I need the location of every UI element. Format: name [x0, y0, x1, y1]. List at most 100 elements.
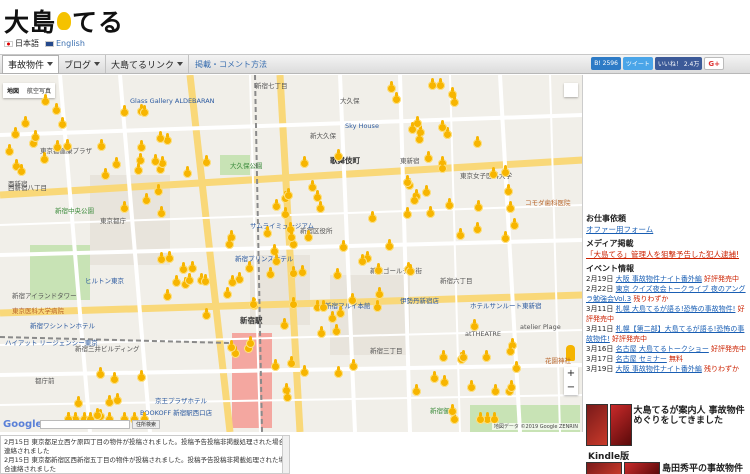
address-search-input[interactable] — [40, 420, 130, 429]
book-cover-1[interactable] — [586, 404, 608, 446]
ghost-marker-icon[interactable] — [120, 201, 129, 213]
ghost-marker-icon[interactable] — [41, 94, 50, 106]
ghost-marker-icon[interactable] — [202, 155, 211, 167]
ghost-marker-icon[interactable] — [392, 92, 401, 104]
ghost-marker-icon[interactable] — [101, 168, 110, 180]
media-link[interactable]: 「大島てる」管理人を狙撃予告した犯人逮捕! — [586, 249, 750, 260]
ghost-marker-icon[interactable] — [459, 350, 468, 362]
ghost-marker-icon[interactable] — [31, 130, 40, 142]
news-scrollbar[interactable] — [282, 436, 289, 473]
ghost-marker-icon[interactable] — [450, 412, 459, 424]
event-link[interactable]: 大阪 事故物件ナイト番外編 — [616, 365, 702, 373]
ghost-marker-icon[interactable] — [507, 380, 516, 392]
ghost-marker-icon[interactable] — [271, 359, 280, 371]
ghost-marker-icon[interactable] — [403, 175, 412, 187]
ghost-marker-icon[interactable] — [137, 370, 146, 382]
ghost-marker-icon[interactable] — [134, 163, 143, 175]
ghost-marker-icon[interactable] — [179, 262, 188, 274]
ghost-marker-icon[interactable] — [426, 206, 435, 218]
ghost-marker-icon[interactable] — [223, 287, 232, 299]
ghost-marker-icon[interactable] — [332, 324, 341, 336]
ghost-marker-icon[interactable] — [408, 122, 417, 134]
ghost-marker-icon[interactable] — [202, 308, 211, 320]
ghost-marker-icon[interactable] — [512, 361, 521, 373]
ghost-marker-icon[interactable] — [317, 326, 326, 338]
ghost-marker-icon[interactable] — [298, 265, 307, 277]
ghost-marker-icon[interactable] — [430, 371, 439, 383]
event-link[interactable]: 名古屋 セミナー — [616, 355, 667, 363]
ghost-marker-icon[interactable] — [375, 287, 384, 299]
ghost-marker-icon[interactable] — [113, 393, 122, 405]
ghost-marker-icon[interactable] — [120, 105, 129, 117]
ghost-marker-icon[interactable] — [52, 103, 61, 115]
ghost-marker-icon[interactable] — [313, 190, 322, 202]
hatena-bookmark-button[interactable]: B! 2596 — [591, 57, 621, 70]
ghost-marker-icon[interactable] — [17, 164, 26, 176]
zoom-in-button[interactable]: + — [564, 367, 578, 381]
map-view[interactable]: 地図 航空写真 + − Glass Gallery ALDEBARAN 西新宿 東京… — [0, 75, 583, 432]
ghost-marker-icon[interactable] — [339, 240, 348, 252]
ghost-marker-icon[interactable] — [163, 289, 172, 301]
facebook-like-button[interactable]: いいね！ 2.4万 — [654, 57, 703, 70]
address-search-button[interactable]: 住所検索 — [132, 420, 161, 429]
ghost-marker-icon[interactable] — [474, 200, 483, 212]
ghost-marker-icon[interactable] — [491, 384, 500, 396]
event-link[interactable]: 札幌 大島てるが語る!恐怖の事故物件! — [616, 305, 736, 313]
ghost-marker-icon[interactable] — [436, 78, 445, 90]
ghost-marker-icon[interactable] — [225, 237, 234, 249]
ghost-marker-icon[interactable] — [456, 228, 465, 240]
zoom-out-button[interactable]: − — [564, 381, 578, 395]
ghost-marker-icon[interactable] — [157, 252, 166, 264]
ghost-marker-icon[interactable] — [96, 367, 105, 379]
ghost-marker-icon[interactable] — [316, 201, 325, 213]
ghost-marker-icon[interactable] — [156, 131, 165, 143]
ghost-marker-icon[interactable] — [249, 297, 258, 309]
ghost-marker-icon[interactable] — [105, 395, 114, 407]
ghost-marker-icon[interactable] — [333, 268, 342, 280]
ghost-marker-icon[interactable] — [228, 275, 237, 287]
ghost-marker-icon[interactable] — [506, 201, 515, 213]
ghost-marker-icon[interactable] — [501, 231, 510, 243]
ghost-marker-icon[interactable] — [445, 198, 454, 210]
ghost-marker-icon[interactable] — [422, 185, 431, 197]
ghost-marker-icon[interactable] — [412, 384, 421, 396]
ghost-marker-icon[interactable] — [506, 344, 515, 356]
ghost-marker-icon[interactable] — [304, 230, 313, 242]
ghost-marker-icon[interactable] — [374, 263, 383, 275]
ghost-marker-icon[interactable] — [349, 359, 358, 371]
ghost-marker-icon[interactable] — [245, 261, 254, 273]
ghost-marker-icon[interactable] — [406, 264, 415, 276]
ghost-marker-icon[interactable] — [358, 254, 367, 266]
ghost-marker-icon[interactable] — [201, 274, 210, 286]
ghost-marker-icon[interactable] — [183, 166, 192, 178]
nav-blog[interactable]: ブログ — [59, 55, 107, 73]
gplus-button[interactable]: G+ — [704, 57, 724, 70]
ghost-marker-icon[interactable] — [504, 184, 513, 196]
ghost-marker-icon[interactable] — [172, 275, 181, 287]
ghost-marker-icon[interactable] — [5, 144, 14, 156]
ghost-marker-icon[interactable] — [368, 211, 377, 223]
ghost-marker-icon[interactable] — [438, 161, 447, 173]
ghost-marker-icon[interactable] — [110, 372, 119, 384]
ghost-marker-icon[interactable] — [476, 412, 485, 424]
book-cover-2[interactable] — [609, 404, 632, 446]
map-type-map[interactable]: 地図 — [3, 83, 23, 98]
ghost-marker-icon[interactable] — [334, 149, 343, 161]
ghost-marker-icon[interactable] — [385, 239, 394, 251]
ghost-marker-icon[interactable] — [510, 218, 519, 230]
ghost-marker-icon[interactable] — [373, 300, 382, 312]
lang-ja[interactable]: 日本語 — [4, 38, 39, 49]
ghost-marker-icon[interactable] — [74, 396, 83, 408]
fullscreen-icon[interactable] — [564, 83, 578, 97]
ghost-marker-icon[interactable] — [424, 151, 433, 163]
ghost-marker-icon[interactable] — [287, 356, 296, 368]
ghost-marker-icon[interactable] — [137, 140, 146, 152]
ghost-marker-icon[interactable] — [284, 188, 293, 200]
ghost-marker-icon[interactable] — [336, 306, 345, 318]
ghost-marker-icon[interactable] — [439, 350, 448, 362]
ghost-marker-icon[interactable] — [281, 207, 290, 219]
ghost-marker-icon[interactable] — [280, 318, 289, 330]
book-cover-4[interactable] — [624, 462, 660, 474]
event-link[interactable]: 大阪 事故物件ナイト番外編 — [616, 275, 702, 283]
ghost-marker-icon[interactable] — [482, 350, 491, 362]
